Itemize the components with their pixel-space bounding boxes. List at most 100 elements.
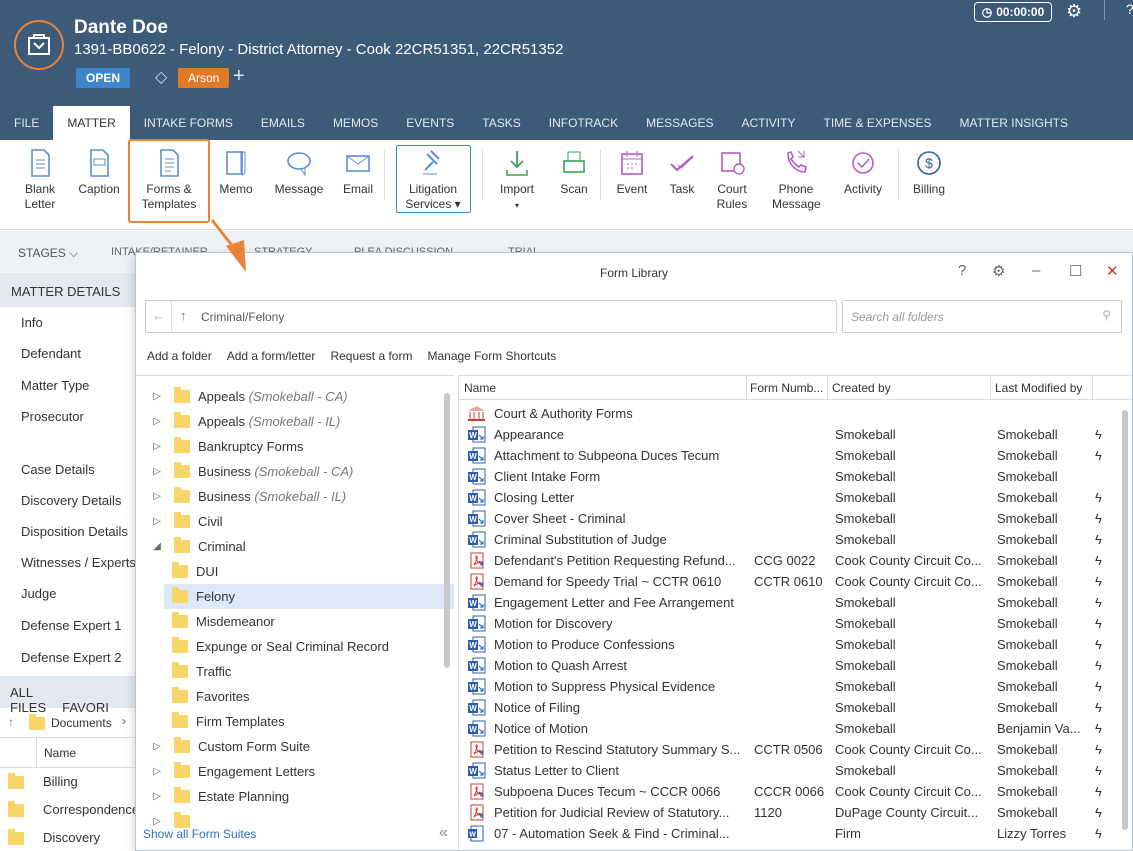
col-form-number[interactable]: Form Numb... (750, 381, 823, 395)
minimize-icon[interactable]: – (1032, 262, 1040, 279)
settings-gear-icon[interactable]: ⚙ (992, 262, 1005, 280)
tab-events[interactable]: EVENTS (392, 106, 468, 140)
expand-caret-icon[interactable]: ▷ (150, 791, 164, 802)
tab-matter[interactable]: MATTER (53, 106, 130, 140)
form-row[interactable]: W Client Intake Form Smokeball Smokeball (459, 466, 1119, 487)
tree-folder[interactable]: Favorites (136, 684, 436, 709)
back-arrow-icon[interactable]: ← (152, 308, 165, 323)
form-row[interactable]: W Criminal Substitution of Judge Smokeball… (459, 529, 1119, 550)
expand-caret-icon[interactable]: ▷ (150, 766, 164, 777)
form-row[interactable]: W Attachment to Subpeona Duces Tecum Smoke… (459, 445, 1119, 466)
maximize-icon[interactable]: ☐ (1069, 262, 1082, 280)
settings-gear-icon[interactable]: ⚙ (1066, 1, 1082, 22)
tree-folder[interactable]: Traffic (136, 659, 436, 684)
import-button[interactable]: Import ▾ (496, 148, 538, 213)
matter-detail-item[interactable]: Prosecutor (21, 409, 84, 424)
collapse-pane-icon[interactable]: « (439, 824, 448, 842)
file-row[interactable]: Billing (0, 768, 135, 796)
matter-detail-item[interactable]: Witnesses / Experts (21, 555, 136, 570)
expand-caret-icon[interactable]: ▷ (150, 466, 164, 477)
expand-caret-icon[interactable]: ▷ (150, 391, 164, 402)
form-row[interactable]: W Appearance Smokeball Smokeball ϟ (459, 424, 1119, 445)
expand-caret-icon[interactable]: ▷ (150, 516, 164, 527)
memo-button[interactable]: Memo (216, 148, 256, 197)
name-column-header[interactable]: Name (44, 746, 76, 760)
tree-folder[interactable]: ▷ Appeals (Smokeball - CA) (136, 384, 436, 409)
email-button[interactable]: Email (340, 148, 376, 197)
tab-file[interactable]: FILE (0, 106, 53, 140)
form-row[interactable]: W Cover Sheet - Criminal Smokeball Smokebal… (459, 508, 1119, 529)
help-icon[interactable]: ? (958, 262, 966, 279)
tab-intake-forms[interactable]: INTAKE FORMS (130, 106, 247, 140)
matter-detail-item[interactable]: Disposition Details (21, 524, 128, 539)
matter-detail-item[interactable]: Case Details (21, 462, 95, 477)
grid-scrollbar[interactable] (1122, 410, 1128, 830)
tree-folder[interactable]: ▷ Engagement Letters (136, 759, 436, 784)
manage-shortcuts-link[interactable]: Manage Form Shortcuts (427, 349, 556, 363)
folder-path-bar[interactable]: ← ↑ Criminal/Felony (145, 300, 837, 333)
matter-logo[interactable] (14, 20, 64, 70)
tree-folder[interactable]: Misdemeanor (136, 609, 436, 634)
form-row[interactable]: W Motion for Discovery Smokeball Smokeball ϟ (459, 613, 1119, 634)
expand-caret-icon[interactable]: ◢ (150, 541, 164, 552)
matter-detail-item[interactable]: Defense Expert 2 (21, 650, 121, 665)
form-row[interactable]: Subpoena Duces Tecum ~ CCCR 0066 CCCR 006… (459, 781, 1119, 802)
message-button[interactable]: Message (272, 148, 326, 197)
file-row[interactable]: Discovery (0, 824, 135, 851)
form-row[interactable]: W Engagement Letter and Fee Arrangement Sm… (459, 592, 1119, 613)
folder-row[interactable]: Court & Authority Forms (459, 403, 1119, 424)
tree-scrollbar[interactable] (444, 393, 450, 668)
form-row[interactable]: Defendant's Petition Requesting Refund..… (459, 550, 1119, 571)
expand-caret-icon[interactable]: ▷ (150, 416, 164, 427)
tree-folder[interactable]: ▷ Custom Form Suite (136, 734, 436, 759)
form-row[interactable]: Demand for Speedy Trial ~ CCTR 0610 CCTR … (459, 571, 1119, 592)
expand-caret-icon[interactable]: ▷ (150, 741, 164, 752)
form-row[interactable]: W Status Letter to Client Smokeball Smokeba… (459, 760, 1119, 781)
form-row[interactable]: W Notice of Filing Smokeball Smokeball ϟ (459, 697, 1119, 718)
form-row[interactable]: W Motion to Produce Confessions Smokeball S… (459, 634, 1119, 655)
tab-memos[interactable]: MEMOS (319, 106, 392, 140)
tree-folder[interactable]: ▷ Bankruptcy Forms (136, 434, 436, 459)
col-created-by[interactable]: Created by (832, 381, 891, 395)
tab-matter-insights[interactable]: MATTER INSIGHTS (946, 106, 1082, 140)
show-all-suites-link[interactable]: Show all Form Suites (143, 827, 256, 841)
matter-detail-item[interactable]: Defense Expert 1 (21, 618, 121, 633)
tab-activity[interactable]: ACTIVITY (727, 106, 809, 140)
tree-folder[interactable]: Expunge or Seal Criminal Record (136, 634, 436, 659)
activity-button[interactable]: Activity (840, 148, 886, 197)
caption-button[interactable]: Caption (76, 148, 122, 197)
up-arrow-icon[interactable]: ↑ (180, 308, 187, 323)
scan-button[interactable]: Scan (556, 148, 592, 197)
tree-folder[interactable]: DUI (136, 559, 436, 584)
form-row[interactable]: W 07 - Automation Seek & Find - Criminal.… (459, 823, 1119, 844)
form-row[interactable]: Petition for Judicial Review of Statutor… (459, 802, 1119, 823)
col-name[interactable]: Name (464, 381, 496, 395)
form-row[interactable]: W Motion to Suppress Physical Evidence Smo… (459, 676, 1119, 697)
tab-messages[interactable]: MESSAGES (632, 106, 727, 140)
matter-detail-item[interactable]: Judge (21, 586, 56, 601)
documents-path[interactable]: Documents (51, 716, 112, 730)
add-tag-button[interactable]: + (233, 65, 245, 88)
matter-detail-item[interactable]: Info (21, 315, 43, 330)
matter-detail-item[interactable]: Matter Type (21, 378, 89, 393)
tab-time-expenses[interactable]: TIME & EXPENSES (809, 106, 945, 140)
tree-folder[interactable]: ▷ Estate Planning (136, 784, 436, 809)
event-button[interactable]: Event (614, 148, 650, 197)
matter-details-header[interactable]: MATTER DETAILS (0, 275, 135, 307)
form-row[interactable]: W Motion to Quash Arrest Smokeball Smokebal… (459, 655, 1119, 676)
tab-emails[interactable]: EMAILS (247, 106, 319, 140)
tree-folder[interactable]: ▷ Business (Smokeball - IL) (136, 484, 436, 509)
blank-letter-button[interactable]: Blank Letter (22, 148, 58, 212)
stages-label[interactable]: STAGES ⌵ (18, 246, 78, 261)
add-folder-link[interactable]: Add a folder (147, 349, 212, 363)
phone-message-button[interactable]: Phone Message (772, 148, 821, 212)
timer-button[interactable]: ◷ 00:00:00 (974, 2, 1052, 22)
tag-icon[interactable]: ◇ (155, 67, 167, 87)
tab-infotrack[interactable]: INFOTRACK (535, 106, 632, 140)
file-row[interactable]: Correspondence (0, 796, 139, 824)
chevron-right-icon[interactable]: › (122, 714, 126, 728)
tree-folder[interactable]: ▷ Business (Smokeball - CA) (136, 459, 436, 484)
billing-button[interactable]: $ Billing (908, 148, 950, 197)
col-last-modified[interactable]: Last Modified by (995, 381, 1082, 395)
help-icon[interactable]: ? (1126, 1, 1133, 17)
